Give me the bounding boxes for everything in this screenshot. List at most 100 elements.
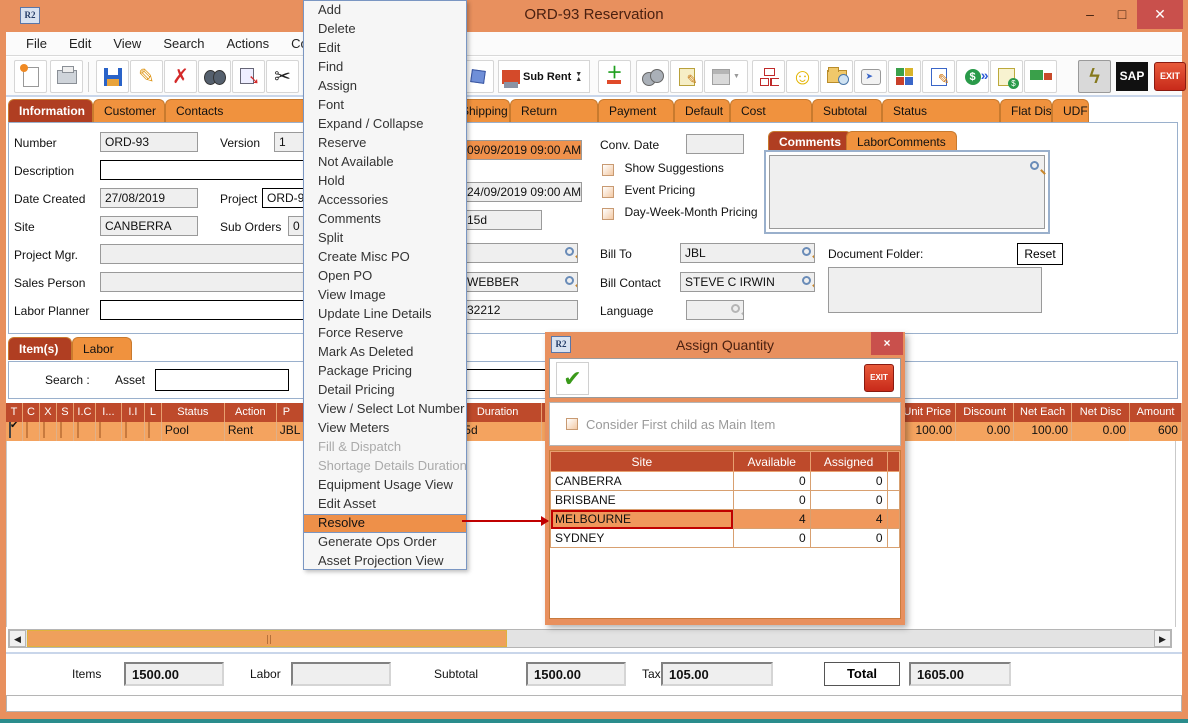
context-menu-item[interactable]: Equipment Usage View xyxy=(304,476,466,495)
tab[interactable]: Default xyxy=(674,99,730,122)
available-cell[interactable]: 4 xyxy=(733,510,810,529)
column-header-assigned[interactable]: Assigned xyxy=(810,452,887,472)
dialog-close-button[interactable]: × xyxy=(871,332,903,355)
scrollbar-thumb[interactable] xyxy=(27,630,507,647)
menu-item[interactable]: Edit xyxy=(59,34,101,53)
column-header-site[interactable]: Site xyxy=(551,452,734,472)
notes-button[interactable] xyxy=(670,60,703,93)
maximize-button[interactable]: □ xyxy=(1107,0,1137,29)
checkbox[interactable] xyxy=(602,208,614,220)
tab[interactable]: UDF xyxy=(1052,99,1089,122)
context-menu-item[interactable]: Font xyxy=(304,96,466,115)
column-header-unit-price[interactable]: Unit Price xyxy=(899,403,956,422)
row-checkbox-l[interactable] xyxy=(148,422,150,438)
tab[interactable]: Cost xyxy=(730,99,812,122)
blocks-button[interactable] xyxy=(888,60,921,93)
folder-time-button[interactable] xyxy=(820,60,853,93)
copy-button[interactable] xyxy=(232,60,265,93)
duration-field[interactable]: 15d xyxy=(462,210,542,230)
tab-labor[interactable]: Labor xyxy=(72,337,132,360)
spinner-arrows-icon[interactable]: ▼▲ xyxy=(575,72,582,82)
context-menu-item[interactable]: Find xyxy=(304,58,466,77)
tab[interactable]: Information xyxy=(8,99,93,122)
context-menu-item[interactable]: Create Misc PO xyxy=(304,248,466,267)
site-cell[interactable]: SYDNEY xyxy=(551,529,734,548)
column-header-duration[interactable]: Duration xyxy=(455,403,542,422)
column-header[interactable]: I.C xyxy=(74,403,96,422)
row-checkbox-c[interactable] xyxy=(26,422,28,438)
edit-document-button[interactable] xyxy=(922,60,955,93)
truck-button[interactable] xyxy=(1024,60,1057,93)
context-menu-item[interactable]: Hold xyxy=(304,172,466,191)
keyboard-button[interactable] xyxy=(854,60,887,93)
site-table-row[interactable]: MELBOURNE 4 4 xyxy=(551,510,900,529)
phone-field[interactable]: 32212 xyxy=(462,300,578,320)
assigned-cell[interactable]: 0 xyxy=(810,491,887,510)
search-icon[interactable] xyxy=(565,276,574,285)
bill-contact-field[interactable]: STEVE C IRWIN xyxy=(680,272,815,292)
site-cell[interactable]: CANBERRA xyxy=(551,472,734,491)
date-created-field[interactable]: 27/08/2019 xyxy=(100,188,198,208)
horizontal-scrollbar[interactable]: ◀ ▶ xyxy=(8,629,1172,648)
context-menu-item[interactable]: View Image xyxy=(304,286,466,305)
exit-button[interactable]: EXIT xyxy=(1154,62,1186,91)
assigned-cell[interactable]: 4 xyxy=(810,510,887,529)
site-cell[interactable]: MELBOURNE xyxy=(551,510,734,529)
customer-field[interactable] xyxy=(462,243,578,263)
context-menu-item[interactable]: Shortage Details Duration xyxy=(304,457,466,476)
context-menu-item[interactable]: Comments xyxy=(304,210,466,229)
search-icon[interactable] xyxy=(1030,161,1039,170)
conv-date-field[interactable] xyxy=(686,134,744,154)
search-icon[interactable] xyxy=(802,276,811,285)
context-menu-item[interactable]: Fill & Dispatch xyxy=(304,438,466,457)
column-header[interactable]: L xyxy=(145,403,162,422)
print-button[interactable] xyxy=(50,60,83,93)
edit-button[interactable]: ✎ xyxy=(130,60,163,93)
context-menu-item[interactable]: Asset Projection View xyxy=(304,552,466,571)
reset-button[interactable]: Reset xyxy=(1017,243,1063,265)
minimize-button[interactable]: – xyxy=(1075,0,1105,29)
context-menu-item[interactable]: Generate Ops Order xyxy=(304,533,466,552)
comments-field[interactable] xyxy=(769,155,1045,229)
context-menu-item[interactable]: View / Select Lot Number xyxy=(304,400,466,419)
available-cell[interactable]: 0 xyxy=(733,472,810,491)
column-header-net-each[interactable]: Net Each xyxy=(1014,403,1072,422)
site-table-row[interactable]: CANBERRA 0 0 xyxy=(551,472,900,491)
menu-item[interactable]: Search xyxy=(153,34,214,53)
cut-button[interactable]: ✂ xyxy=(266,60,299,93)
row-checkbox-x[interactable] xyxy=(43,422,45,438)
close-button[interactable]: ✕ xyxy=(1137,0,1183,29)
context-menu-item[interactable]: Detail Pricing xyxy=(304,381,466,400)
sub-rent-button[interactable]: Sub Rent ▼▲ xyxy=(498,60,590,93)
column-header-action[interactable]: Action xyxy=(225,403,277,422)
site-table-row[interactable]: SYDNEY 0 0 xyxy=(551,529,900,548)
context-menu-item[interactable]: Package Pricing xyxy=(304,362,466,381)
context-menu-item[interactable]: Resolve xyxy=(304,514,466,533)
delete-button[interactable]: ✗ xyxy=(164,60,197,93)
dialog-exit-button[interactable]: EXIT xyxy=(864,364,894,392)
available-cell[interactable]: 0 xyxy=(733,491,810,510)
context-menu-item[interactable]: Update Line Details xyxy=(304,305,466,324)
column-header-amount[interactable]: Amount xyxy=(1130,403,1182,422)
tab[interactable]: Payment xyxy=(598,99,674,122)
checkbox[interactable] xyxy=(602,186,614,198)
confirm-button[interactable]: ✔ xyxy=(556,362,589,395)
context-menu-item[interactable]: Expand / Collapse xyxy=(304,115,466,134)
start-date-field[interactable]: 09/09/2019 09:00 AM xyxy=(462,140,582,160)
language-field[interactable] xyxy=(686,300,744,320)
site-table-row[interactable]: BRISBANE 0 0 xyxy=(551,491,900,510)
site-cell[interactable]: BRISBANE xyxy=(551,491,734,510)
contact-field[interactable]: WEBBER xyxy=(462,272,578,292)
assigned-cell[interactable]: 0 xyxy=(810,529,887,548)
save-button[interactable] xyxy=(96,60,129,93)
row-checkbox-s[interactable] xyxy=(60,422,62,438)
context-menu-item[interactable]: Not Available xyxy=(304,153,466,172)
row-checkbox-ic[interactable] xyxy=(77,422,79,438)
context-menu-item[interactable]: Split xyxy=(304,229,466,248)
tab[interactable]: Customer xyxy=(93,99,165,122)
number-field[interactable]: ORD-93 xyxy=(100,132,198,152)
menu-item[interactable]: File xyxy=(16,34,57,53)
sap-button[interactable]: SAP xyxy=(1116,62,1148,91)
tab[interactable]: Subtotal xyxy=(812,99,882,122)
column-header[interactable]: I.I xyxy=(122,403,145,422)
